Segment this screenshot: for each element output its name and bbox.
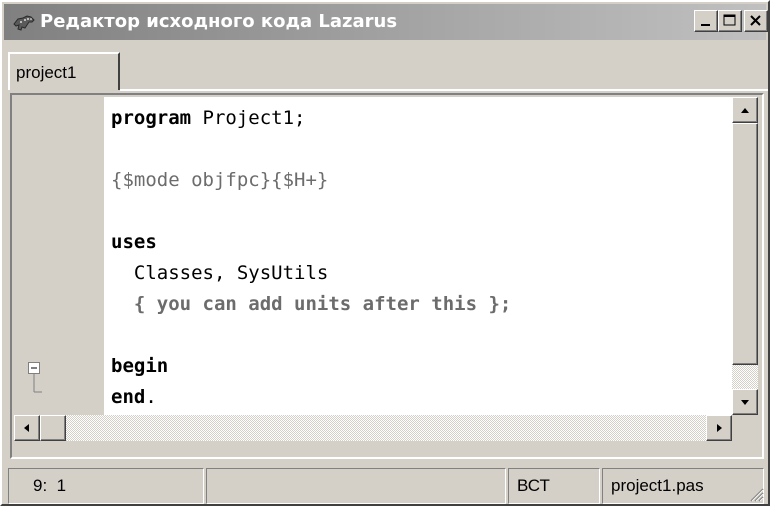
maximize-icon [723, 14, 736, 26]
lazarus-cheetah-icon [13, 15, 35, 31]
horizontal-scroll-thumb[interactable] [40, 415, 66, 441]
scroll-down-button[interactable] [732, 389, 758, 415]
horizontal-scrollbar[interactable] [14, 415, 732, 441]
modified-indicator [206, 468, 506, 504]
fold-collapse-icon[interactable] [28, 362, 44, 402]
close-icon [750, 15, 761, 26]
editor-window: Редактор исходного кода Lazarus project1… [0, 0, 770, 506]
scroll-up-button[interactable] [732, 97, 758, 123]
arrow-right-icon [717, 424, 722, 432]
code-token-normal: Project1; [191, 107, 306, 129]
arrow-up-icon [741, 108, 749, 113]
vertical-scroll-thumb[interactable] [732, 123, 758, 365]
vertical-scrollbar[interactable] [732, 97, 758, 415]
arrow-down-icon [741, 400, 749, 405]
code-token-keyword: uses [111, 231, 157, 253]
code-line[interactable]: { you can add units after this }; [111, 287, 512, 321]
insert-mode: ВСТ [508, 468, 600, 504]
resize-grip-icon[interactable] [748, 486, 764, 502]
code-token-keyword: program [111, 107, 192, 129]
cursor-position: 9: 1 [8, 468, 204, 504]
tab-label: project1 [16, 63, 77, 82]
tab-divider [120, 89, 768, 91]
code-line[interactable]: {$mode objfpc}{$H+} [111, 163, 328, 197]
code-line[interactable]: program Project1; [111, 101, 305, 135]
scroll-right-button[interactable] [706, 415, 732, 441]
code-token-keyword: end [111, 386, 146, 408]
window-title: Редактор исходного кода Lazarus [40, 11, 398, 32]
code-line[interactable]: Classes, SysUtils [111, 256, 328, 290]
tab-project1[interactable]: project1 [8, 52, 120, 90]
code-token-normal: . [145, 386, 157, 408]
code-line[interactable]: uses [111, 225, 157, 259]
code-token-comment: { you can add units after this }; [111, 293, 512, 315]
code-token-keyword: begin [111, 355, 169, 377]
minimize-icon [701, 24, 710, 26]
code-token-directive: {$mode objfpc}{$H+} [111, 169, 329, 191]
source-editor: program Project1; {$mode objfpc}{$H+} uses… [10, 93, 764, 459]
arrow-left-icon [24, 424, 29, 432]
scrollbar-corner [732, 415, 758, 441]
maximize-button[interactable] [718, 10, 742, 32]
code-token-normal: Classes, SysUtils [111, 262, 329, 284]
close-button[interactable] [744, 10, 768, 32]
file-name: project1.pas [602, 468, 764, 504]
editor-gutter [14, 97, 104, 415]
status-bar: 9: 1 ВСТ project1.pas [4, 468, 766, 504]
code-line[interactable]: end. [111, 380, 157, 414]
code-area[interactable]: program Project1; {$mode objfpc}{$H+} uses… [104, 97, 732, 415]
scroll-left-button[interactable] [14, 415, 40, 441]
minimize-button[interactable] [694, 10, 718, 32]
code-line[interactable]: begin [111, 349, 168, 383]
title-bar[interactable]: Редактор исходного кода Lazarus [4, 4, 768, 40]
